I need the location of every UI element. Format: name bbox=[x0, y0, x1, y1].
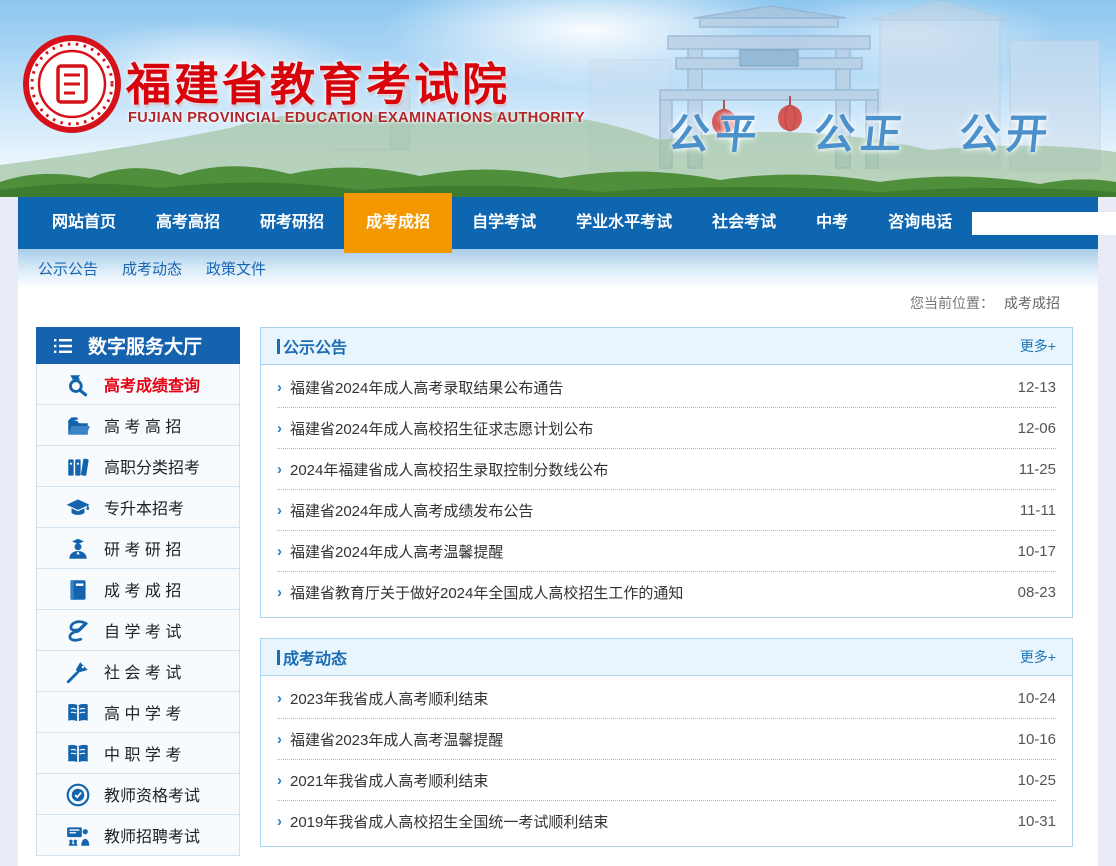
news-date: 08-23 bbox=[1018, 584, 1056, 601]
panel-title: 公示公告 bbox=[277, 334, 347, 358]
panel-announcements: 公示公告 更多+ › 福建省2024年成人高考录取结果公布通告 12-13 bbox=[260, 327, 1073, 618]
panel-title: 成考动态 bbox=[277, 645, 347, 669]
news-date: 10-25 bbox=[1018, 772, 1056, 789]
news-item[interactable]: › 福建省2024年成人高考温馨提醒 10-17 bbox=[277, 531, 1056, 572]
nav-item[interactable]: 学业水平考试 bbox=[556, 197, 692, 249]
chevron-right-icon: › bbox=[277, 420, 282, 437]
news-date: 11-25 bbox=[1019, 461, 1056, 478]
calligraphy-icon bbox=[65, 618, 91, 642]
news-date: 10-17 bbox=[1018, 543, 1056, 560]
sidebar: 数字服务大厅 高考成绩查询 高 考 高 招 bbox=[36, 327, 240, 866]
news-item[interactable]: › 2024年福建省成人高校招生录取控制分数线公布 11-25 bbox=[277, 449, 1056, 490]
site-logo bbox=[22, 34, 122, 134]
news-item[interactable]: › 福建省2024年成人高考成绩发布公告 11-11 bbox=[277, 490, 1056, 531]
sidebar-menu: 高考成绩查询 高 考 高 招 高职分类招考 bbox=[36, 364, 240, 856]
news-date: 12-06 bbox=[1018, 420, 1056, 437]
more-link[interactable]: 更多+ bbox=[1020, 647, 1056, 667]
panel-header: 成考动态 更多+ bbox=[261, 639, 1072, 676]
sidebar-header: 数字服务大厅 bbox=[36, 327, 240, 364]
chevron-right-icon: › bbox=[277, 690, 282, 707]
nav-item[interactable]: 网站首页 bbox=[32, 197, 136, 249]
news-item[interactable]: › 福建省2023年成人高考温馨提醒 10-16 bbox=[277, 719, 1056, 760]
chevron-right-icon: › bbox=[277, 379, 282, 396]
seal-icon bbox=[22, 34, 122, 134]
news-item[interactable]: › 2023年我省成人高考顺利结束 10-24 bbox=[277, 678, 1056, 719]
sidebar-item[interactable]: 社 会 考 试 bbox=[37, 651, 239, 692]
breadcrumb-label: 您当前位置： bbox=[910, 293, 994, 313]
breadcrumb-current: 成考成招 bbox=[1004, 293, 1060, 313]
subnav-item[interactable]: 政策文件 bbox=[206, 258, 266, 279]
chevron-right-icon: › bbox=[277, 731, 282, 748]
sidebar-item[interactable]: 教师招聘考试 bbox=[37, 815, 239, 856]
subnav-item[interactable]: 公示公告 bbox=[38, 258, 98, 279]
nav-item[interactable]: 咨询电话 bbox=[868, 197, 972, 249]
org-name-chinese: 福建省教育考试院 bbox=[126, 48, 510, 113]
open-book-icon bbox=[65, 741, 91, 765]
scholar-icon bbox=[65, 536, 91, 560]
nav-item[interactable]: 社会考试 bbox=[692, 197, 796, 249]
org-name-english: FUJIAN PROVINCIAL EDUCATION EXAMINATIONS… bbox=[128, 110, 585, 126]
panel-news: 成考动态 更多+ › 2023年我省成人高考顺利结束 10-24 bbox=[260, 638, 1073, 847]
news-date: 10-31 bbox=[1018, 813, 1056, 830]
news-item[interactable]: › 2019年我省成人高校招生全国统一考试顺利结束 10-31 bbox=[277, 801, 1056, 842]
news-date: 12-13 bbox=[1018, 379, 1056, 396]
banner-slogan: 公平 公正 公开 bbox=[666, 100, 1057, 160]
header-banner: 福建省教育考试院 FUJIAN PROVINCIAL EDUCATION EXA… bbox=[0, 0, 1116, 197]
news-item[interactable]: › 2021年我省成人高考顺利结束 10-25 bbox=[277, 760, 1056, 801]
news-item[interactable]: › 福建省教育厅关于做好2024年全国成人高校招生工作的通知 08-23 bbox=[277, 572, 1056, 613]
grad-cap-icon bbox=[65, 495, 91, 519]
news-date: 10-24 bbox=[1018, 690, 1056, 707]
open-book-icon bbox=[65, 700, 91, 724]
sub-nav: 公示公告 成考动态 政策文件 bbox=[18, 249, 1098, 287]
sidebar-title: 数字服务大厅 bbox=[88, 332, 202, 359]
subnav-item[interactable]: 成考动态 bbox=[122, 258, 182, 279]
score-search-icon bbox=[65, 372, 91, 396]
main-nav: 网站首页 高考高招 研考研招 成考成招 自学考试 学业水平考试 社会考试 中考 … bbox=[18, 197, 1098, 249]
news-list: › 福建省2024年成人高考录取结果公布通告 12-13 › 福建省2024年成… bbox=[261, 365, 1072, 617]
title-accent-bar bbox=[277, 339, 280, 354]
teacher-board-icon bbox=[65, 823, 91, 847]
chevron-right-icon: › bbox=[277, 543, 282, 560]
pen-icon bbox=[65, 659, 91, 683]
sidebar-item[interactable]: 教师资格考试 bbox=[37, 774, 239, 815]
sidebar-item[interactable]: 成 考 成 招 bbox=[37, 569, 239, 610]
sidebar-item[interactable]: 高 考 高 招 bbox=[37, 405, 239, 446]
nav-search bbox=[972, 210, 1116, 236]
chevron-right-icon: › bbox=[277, 502, 282, 519]
more-link[interactable]: 更多+ bbox=[1020, 336, 1056, 356]
book-icon bbox=[65, 577, 91, 601]
sidebar-item[interactable]: 研 考 研 招 bbox=[37, 528, 239, 569]
nav-item[interactable]: 研考研招 bbox=[240, 197, 344, 249]
nav-item[interactable]: 中考 bbox=[796, 197, 868, 249]
sidebar-item[interactable]: 高考成绩查询 bbox=[37, 364, 239, 405]
news-date: 10-16 bbox=[1018, 731, 1056, 748]
nav-item[interactable]: 自学考试 bbox=[452, 197, 556, 249]
binders-icon bbox=[65, 454, 91, 478]
title-accent-bar bbox=[277, 650, 280, 665]
breadcrumb: 您当前位置： 成考成招 bbox=[18, 287, 1098, 319]
chevron-right-icon: › bbox=[277, 461, 282, 478]
nav-item[interactable]: 成考成招 bbox=[344, 193, 452, 253]
page: 福建省教育考试院 FUJIAN PROVINCIAL EDUCATION EXA… bbox=[0, 0, 1116, 866]
chevron-right-icon: › bbox=[277, 772, 282, 789]
list-icon bbox=[51, 334, 75, 358]
content-wrapper: 您当前位置： 成考成招 数字服务大厅 bbox=[18, 287, 1098, 866]
sidebar-item[interactable]: 高 中 学 考 bbox=[37, 692, 239, 733]
sidebar-item[interactable]: 高职分类招考 bbox=[37, 446, 239, 487]
chevron-right-icon: › bbox=[277, 584, 282, 601]
sidebar-item[interactable]: 自 学 考 试 bbox=[37, 610, 239, 651]
sidebar-item[interactable]: 中 职 学 考 bbox=[37, 733, 239, 774]
news-item[interactable]: › 福建省2024年成人高考录取结果公布通告 12-13 bbox=[277, 367, 1056, 408]
badge-icon bbox=[65, 782, 91, 806]
chevron-right-icon: › bbox=[277, 813, 282, 830]
folder-icon bbox=[65, 413, 91, 437]
panel-header: 公示公告 更多+ bbox=[261, 328, 1072, 365]
sidebar-item[interactable]: 专升本招考 bbox=[37, 487, 239, 528]
main-content: 公示公告 更多+ › 福建省2024年成人高考录取结果公布通告 12-13 bbox=[260, 327, 1073, 866]
search-input[interactable] bbox=[972, 212, 1116, 235]
news-list: › 2023年我省成人高考顺利结束 10-24 › 福建省2023年成人高考温馨… bbox=[261, 676, 1072, 846]
nav-item[interactable]: 高考高招 bbox=[136, 197, 240, 249]
news-item[interactable]: › 福建省2024年成人高校招生征求志愿计划公布 12-06 bbox=[277, 408, 1056, 449]
news-date: 11-11 bbox=[1020, 502, 1056, 519]
